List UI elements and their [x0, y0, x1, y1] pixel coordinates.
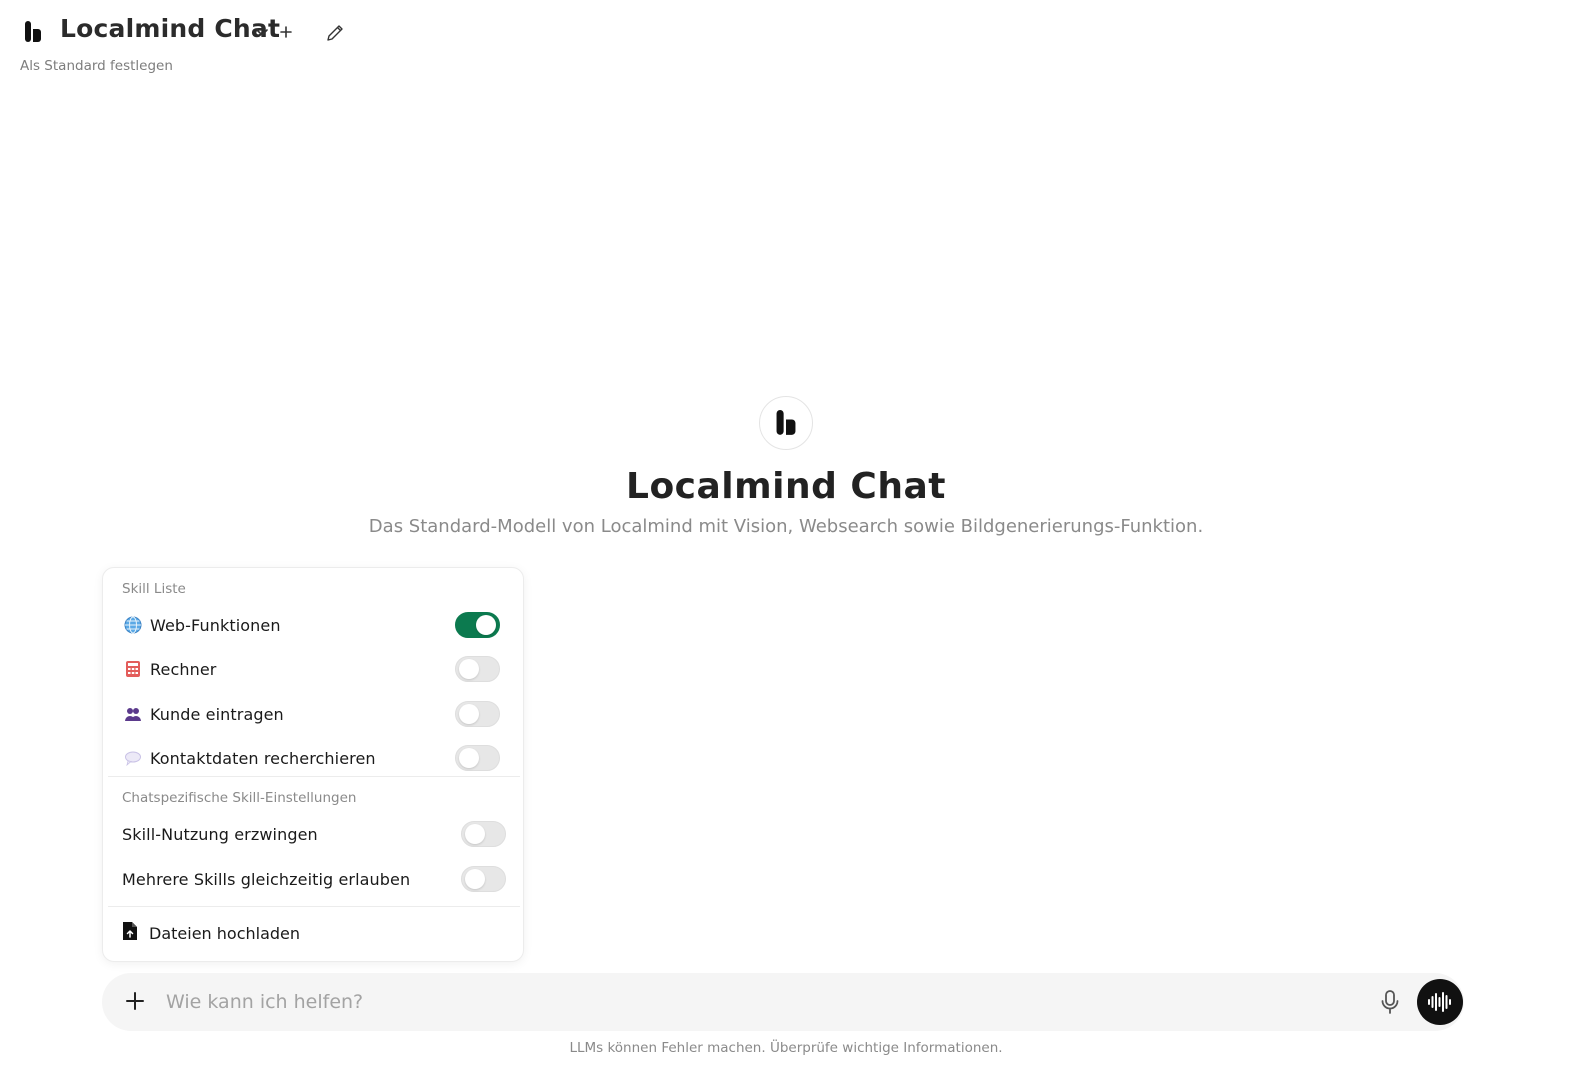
skill-label: Kontaktdaten recherchieren	[150, 748, 376, 768]
kunde-eintragen-toggle[interactable]	[455, 701, 500, 727]
skill-item-rechner[interactable]: Rechner	[122, 654, 500, 684]
model-title[interactable]: Localmind Chat	[60, 14, 280, 43]
skill-label: Web-Funktionen	[150, 615, 281, 635]
skill-list-label: Skill Liste	[122, 581, 186, 597]
localmind-logo-icon	[22, 20, 44, 44]
chat-input[interactable]	[166, 988, 1356, 1016]
setting-label: Skill-Nutzung erzwingen	[122, 824, 318, 844]
add-model-button[interactable]	[278, 22, 294, 42]
skill-item-kontaktdaten[interactable]: Kontaktdaten recherchieren	[122, 743, 500, 773]
disclaimer-text: LLMs können Fehler machen. Überprüfe wic…	[569, 1040, 1003, 1056]
force-skill-toggle[interactable]	[461, 821, 506, 847]
setting-force-skill[interactable]: Skill-Nutzung erzwingen	[122, 819, 506, 849]
hero-title: Localmind Chat	[626, 466, 946, 507]
upload-label: Dateien hochladen	[149, 923, 301, 943]
skill-item-kunde-eintragen[interactable]: Kunde eintragen	[122, 699, 500, 729]
skill-label: Kunde eintragen	[150, 704, 284, 724]
multiple-skills-toggle[interactable]	[461, 866, 506, 892]
upload-files-button[interactable]: Dateien hochladen	[122, 920, 300, 946]
set-default-link[interactable]: Als Standard festlegen	[20, 58, 173, 74]
edit-pencil-icon[interactable]	[325, 23, 345, 43]
kontaktdaten-toggle[interactable]	[455, 745, 500, 771]
setting-label: Mehrere Skills gleichzeitig erlauben	[122, 869, 411, 889]
skill-label: Rechner	[150, 659, 217, 679]
divider	[108, 906, 520, 907]
users-icon	[122, 703, 144, 725]
speech-bubble-icon	[122, 747, 144, 769]
skill-item-web-funktionen[interactable]: Web-Funktionen	[122, 610, 500, 640]
voice-mode-button[interactable]	[1417, 979, 1463, 1025]
file-upload-icon	[122, 921, 138, 945]
setting-multiple-skills[interactable]: Mehrere Skills gleichzeitig erlauben	[122, 864, 506, 894]
hero-logo-icon	[759, 396, 813, 450]
add-attachment-button[interactable]	[123, 989, 147, 1013]
chevron-down-icon[interactable]	[255, 24, 269, 38]
microphone-icon[interactable]	[1379, 989, 1401, 1015]
calculator-icon	[122, 658, 144, 680]
chat-settings-label: Chatspezifische Skill-Einstellungen	[122, 790, 357, 806]
divider	[108, 776, 520, 777]
hero-description: Das Standard-Modell von Localmind mit Vi…	[368, 516, 1204, 537]
web-funktionen-toggle[interactable]	[455, 612, 500, 638]
waveform-icon	[1428, 992, 1451, 1012]
globe-icon	[122, 614, 144, 636]
skills-popup: Skill Liste Web-Funktionen Rechner Kunde…	[102, 567, 524, 962]
rechner-toggle[interactable]	[455, 656, 500, 682]
